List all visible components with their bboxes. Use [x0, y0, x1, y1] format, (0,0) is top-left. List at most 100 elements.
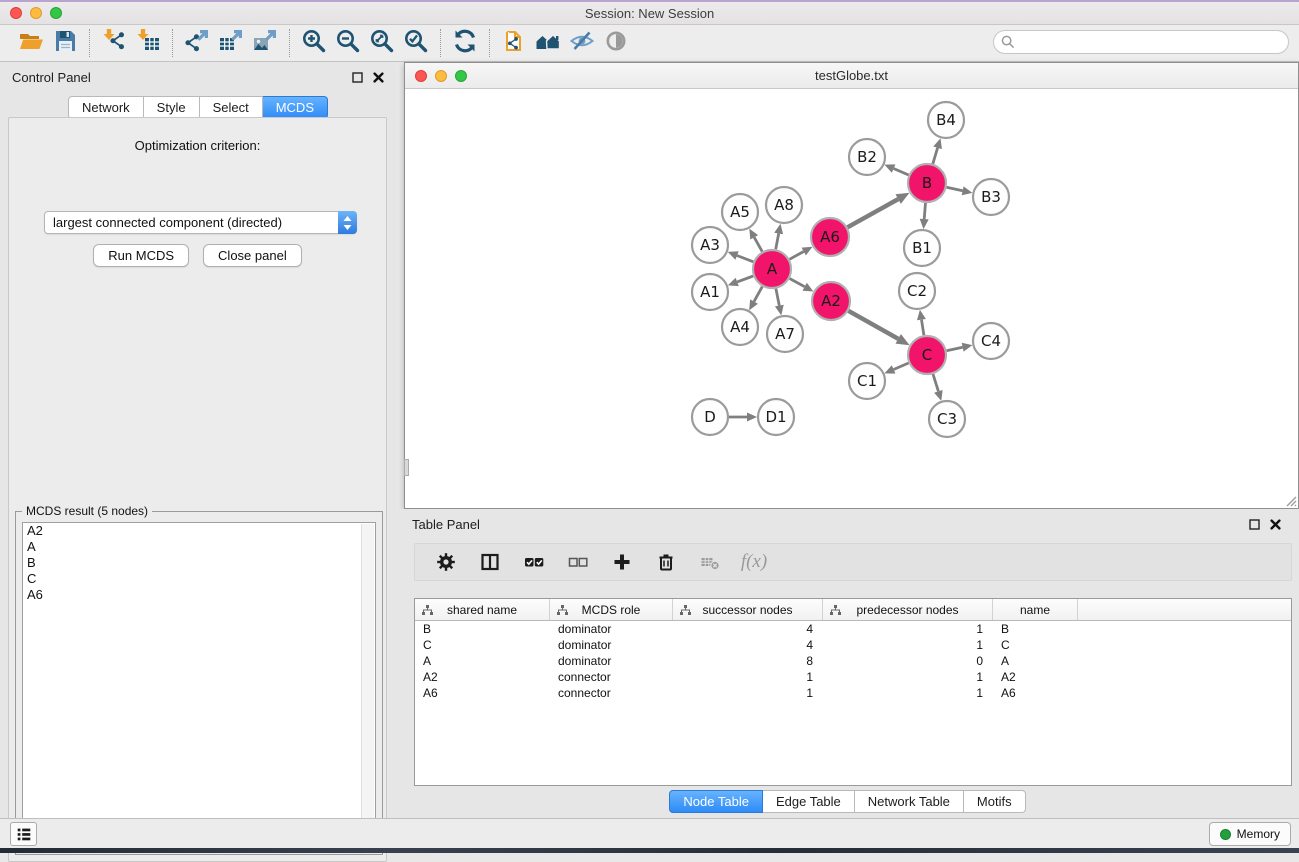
table-delete-icon [700, 552, 720, 572]
mcds-result-item[interactable]: B [23, 555, 375, 571]
graph-edge-A6-B[interactable] [848, 199, 899, 227]
graph-node-C3[interactable]: C3 [929, 401, 965, 437]
export-network-button[interactable] [180, 28, 214, 58]
graph-edge-A-A1[interactable] [737, 276, 753, 282]
column-visibility-button[interactable] [473, 547, 507, 577]
open-file-button[interactable] [14, 28, 48, 58]
optimization-criterion-select[interactable]: largest connected component (directed) [44, 211, 357, 234]
graph-node-A3[interactable]: A3 [692, 227, 728, 263]
import-table-button[interactable] [131, 28, 165, 58]
tab-style[interactable]: Style [144, 96, 200, 119]
select-all-button[interactable] [517, 547, 551, 577]
tab-select[interactable]: Select [200, 96, 263, 119]
graph-edge-A-A7[interactable] [776, 289, 779, 306]
export-image-button[interactable] [248, 28, 282, 58]
table-row[interactable]: Cdominator41C [415, 637, 1291, 653]
tab-motifs[interactable]: Motifs [964, 790, 1026, 813]
memory-button[interactable]: Memory [1209, 822, 1291, 846]
tab-network-table[interactable]: Network Table [855, 790, 964, 813]
graph-edge-B-B4[interactable] [933, 148, 938, 164]
graph-edge-C-C4[interactable] [947, 347, 963, 351]
zoom-out-button[interactable] [331, 28, 365, 58]
close-panel-button[interactable]: Close panel [203, 244, 302, 267]
delete-column-button[interactable] [649, 547, 683, 577]
graph-node-A2[interactable]: A2 [812, 282, 850, 320]
float-table-panel-icon[interactable] [1249, 519, 1260, 530]
graph-node-C[interactable]: C [908, 336, 946, 374]
table-row[interactable]: Adominator80A [415, 653, 1291, 669]
graph-edge-A-A3[interactable] [737, 256, 753, 262]
tab-edge-table[interactable]: Edge Table [763, 790, 855, 813]
table-row[interactable]: Bdominator41B [415, 621, 1291, 637]
graph-edge-B-B1[interactable] [924, 203, 925, 219]
graph-node-D[interactable]: D [692, 399, 728, 435]
run-mcds-button[interactable]: Run MCDS [93, 244, 189, 267]
home-neighbors-button[interactable] [531, 28, 565, 58]
float-panel-icon[interactable] [352, 72, 363, 83]
graph-edge-B-B3[interactable] [947, 187, 963, 191]
panel-divider-grip[interactable] [404, 459, 409, 476]
graph-node-A1[interactable]: A1 [692, 274, 728, 310]
graph-node-B1[interactable]: B1 [904, 230, 940, 266]
graph-edge-A-A5[interactable] [754, 237, 762, 251]
deselect-all-button[interactable] [561, 547, 595, 577]
zoom-in-button[interactable] [297, 28, 331, 58]
column-header-successor-nodes[interactable]: successor nodes [673, 599, 823, 620]
graph-node-B3[interactable]: B3 [973, 179, 1009, 215]
mcds-result-item[interactable]: A [23, 539, 375, 555]
mcds-result-item[interactable]: A2 [23, 523, 375, 539]
graph-node-B2[interactable]: B2 [849, 139, 885, 175]
table-panel-title: Table Panel [412, 517, 480, 532]
clone-network-button[interactable] [497, 28, 531, 58]
resize-grip-icon[interactable] [1283, 493, 1297, 507]
graph-edge-A-A4[interactable] [754, 287, 762, 302]
column-header-name[interactable]: name [993, 599, 1078, 620]
create-column-button[interactable] [605, 547, 639, 577]
graph-node-A8[interactable]: A8 [766, 187, 802, 223]
zoom-selected-button[interactable] [399, 28, 433, 58]
column-header-MCDS-role[interactable]: MCDS role [550, 599, 673, 620]
graph-edge-C-C2[interactable] [922, 320, 924, 336]
graph-node-A7[interactable]: A7 [767, 316, 803, 352]
graph-edge-C-C3[interactable] [933, 374, 938, 391]
graph-node-C2[interactable]: C2 [899, 273, 935, 309]
zoom-fit-button[interactable] [365, 28, 399, 58]
graph-node-D1[interactable]: D1 [758, 399, 794, 435]
hide-details-button[interactable] [565, 28, 599, 58]
graph-node-A4[interactable]: A4 [722, 309, 758, 345]
birds-eye-button[interactable] [599, 28, 633, 58]
graph-edge-C-C1[interactable] [894, 363, 909, 370]
graph-edge-A-A6[interactable] [790, 252, 804, 260]
graph-edge-A-A2[interactable] [790, 279, 805, 287]
import-network-button[interactable] [97, 28, 131, 58]
graph-edge-A2-C[interactable] [848, 311, 898, 339]
close-table-panel-icon[interactable] [1270, 519, 1281, 530]
table-row[interactable]: A2connector11A2 [415, 669, 1291, 685]
column-header-shared-name[interactable]: shared name [415, 599, 550, 620]
table-settings-button[interactable] [429, 547, 463, 577]
task-history-button[interactable] [10, 822, 37, 846]
mcds-result-item[interactable]: C [23, 571, 375, 587]
graph-edge-B-B2[interactable] [894, 169, 909, 176]
graph-node-C4[interactable]: C4 [973, 323, 1009, 359]
mcds-result-item[interactable]: A6 [23, 587, 375, 603]
close-panel-icon[interactable] [373, 72, 384, 83]
graph-node-B[interactable]: B [908, 164, 946, 202]
apply-layout-button[interactable] [448, 28, 482, 58]
graph-node-A[interactable]: A [753, 250, 791, 288]
graph-node-B4[interactable]: B4 [928, 102, 964, 138]
search-input[interactable] [993, 30, 1289, 54]
graph-node-A5[interactable]: A5 [722, 194, 758, 230]
network-canvas[interactable]: B4 B2 B B3 A8A5 A6 A3 B1 A A1 C2 A2 A4A7 C4 C C1 C3 D D1 [405, 89, 1298, 508]
save-session-button[interactable] [48, 28, 82, 58]
tab-node-table[interactable]: Node Table [669, 790, 763, 813]
graph-node-C1[interactable]: C1 [849, 363, 885, 399]
column-header-predecessor-nodes[interactable]: predecessor nodes [823, 599, 993, 620]
tab-mcds[interactable]: MCDS [263, 96, 328, 119]
tab-network[interactable]: Network [68, 96, 144, 119]
export-table-button[interactable] [214, 28, 248, 58]
table-row[interactable]: A6connector11A6 [415, 685, 1291, 701]
graph-node-A6[interactable]: A6 [811, 218, 849, 256]
result-list-scrollbar[interactable] [361, 524, 374, 846]
graph-edge-A-A8[interactable] [776, 234, 779, 250]
